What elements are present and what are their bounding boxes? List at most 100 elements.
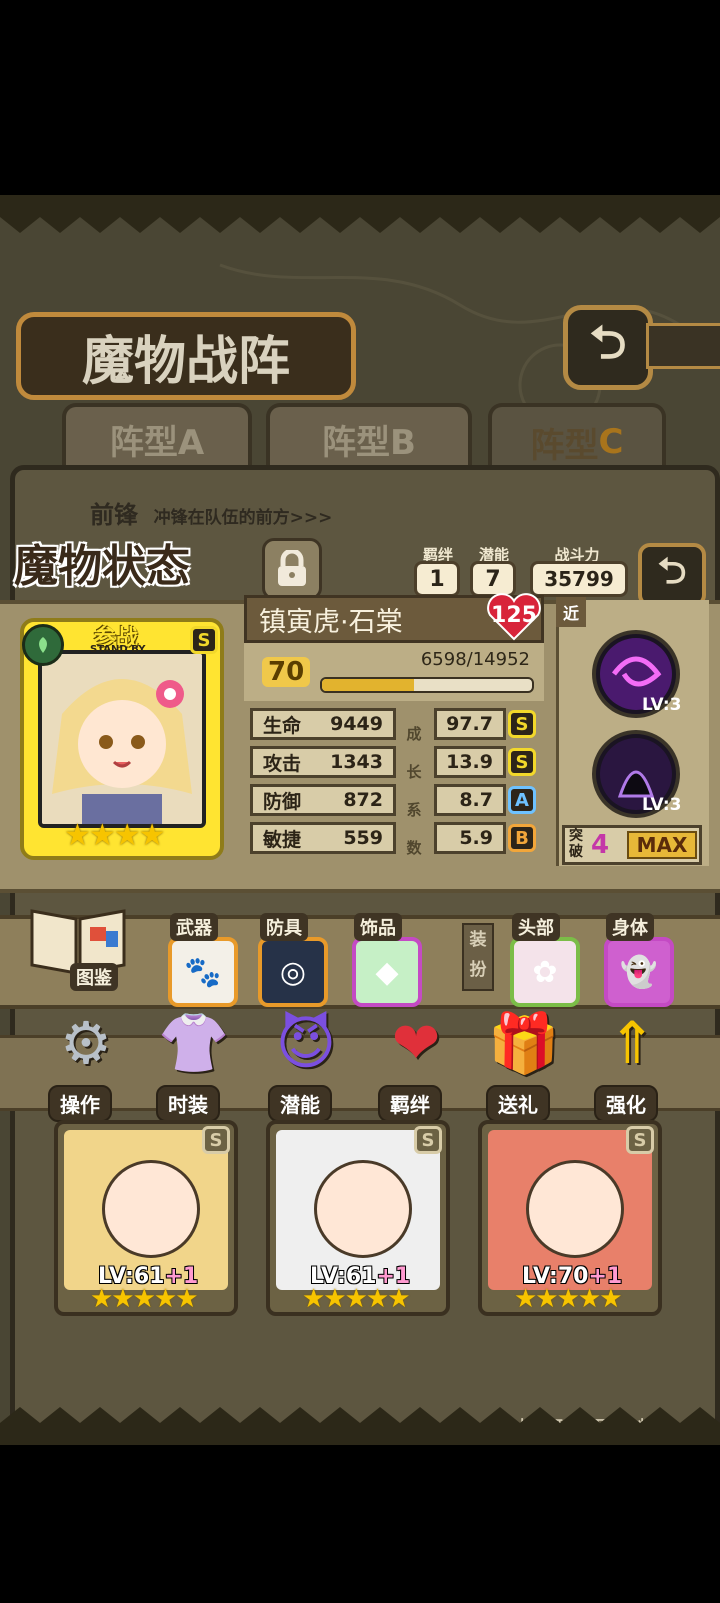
equip-slot-3[interactable]: ✿ 头部 <box>508 913 584 1007</box>
growth-value: 13.9 <box>434 746 506 778</box>
ring-icon: ◎ <box>258 937 328 1007</box>
tab-formation-b[interactable]: 阵型B <box>266 403 472 471</box>
rank-badge: S <box>414 1126 442 1154</box>
standby-en-label: STAND BY <box>90 644 146 655</box>
lock-icon <box>278 550 306 586</box>
team-star-rating: ★★★★★ <box>514 1284 623 1314</box>
gift-icon: 🎁 <box>487 1009 561 1077</box>
growth-number: 8.7 <box>459 789 493 811</box>
gear-icon: ⚙ <box>60 1009 112 1077</box>
stat-label: 攻击 <box>263 752 302 775</box>
equip-slot-label: 身体 <box>606 913 654 941</box>
stat-label: 生命 <box>263 714 302 737</box>
return-arrow-icon: ⮌ <box>589 314 627 369</box>
front-row-header: 前锋 冲锋在队伍的前方>>> <box>90 495 590 535</box>
status-back-button[interactable]: ⮌ <box>638 543 706 607</box>
menu-gift-button[interactable]: 🎁 送礼 <box>478 1005 570 1122</box>
menu-hearts-button[interactable]: ❤ 羁绊 <box>370 1005 462 1122</box>
row-name: 前锋 <box>90 501 138 529</box>
equip-slot-0[interactable]: 🐾 武器 <box>166 913 242 1007</box>
equip-slot-4[interactable]: 👻 身体 <box>602 913 678 1007</box>
monster-portrait-card[interactable]: 参战 STAND BY S ★★★★ <box>20 618 224 860</box>
leaf-element-icon <box>22 624 64 666</box>
stat-row: 生命 9449 <box>250 708 396 740</box>
growth-grade-badge: S <box>508 710 536 738</box>
menu-label: 操作 <box>48 1085 112 1122</box>
hearts-icon: ❤ <box>391 1009 441 1077</box>
stat-value: 9449 <box>330 713 383 735</box>
max-badge: MAX <box>627 831 697 859</box>
chibi-face <box>102 1160 200 1258</box>
menu-label: 潜能 <box>268 1085 332 1122</box>
level-value: 70 <box>262 657 311 687</box>
growth-grade-badge: A <box>508 786 536 814</box>
equip-slot-label: 饰品 <box>354 913 402 941</box>
breakthrough-box: 突破 4 MAX <box>562 825 702 865</box>
ghost-costume-icon: 👻 <box>604 937 674 1007</box>
stat-label: 敏捷 <box>263 828 302 851</box>
game-screen: 魔物战阵 ⮌ 阵型A 阵型B 阵型 C 前锋 冲锋在队伍的前方>>> 魔物状态 羁… <box>0 195 720 1445</box>
breakthrough-value: 4 <box>591 830 610 860</box>
tab-letter: C <box>598 422 624 462</box>
stat-row: 敏捷 559 <box>250 822 396 854</box>
chibi-face <box>314 1160 412 1258</box>
range-tag: 近 <box>556 597 586 627</box>
team-star-rating: ★★★★★ <box>90 1284 199 1314</box>
monster-name: 镇寅虎·石棠 <box>259 606 403 638</box>
chibi-face <box>526 1160 624 1258</box>
team-card[interactable]: S LV:61+1 ★★★★★ <box>266 1120 450 1316</box>
stat-value: 872 <box>343 789 383 811</box>
stat-value: 559 <box>343 827 383 849</box>
rank-badge: S <box>626 1126 654 1154</box>
tab-formation-a[interactable]: 阵型A <box>62 403 252 471</box>
page-title-banner: 魔物战阵 <box>16 312 356 400</box>
back-button[interactable]: ⮌ <box>563 305 653 390</box>
growth-number: 97.7 <box>446 713 493 735</box>
stat-row: 防御 872 <box>250 784 396 816</box>
rank-badge: S <box>202 1126 230 1154</box>
skill-2-level: LV:3 <box>642 795 682 815</box>
menu-outfit-button[interactable]: 👚 时装 <box>148 1005 240 1122</box>
row-desc: 冲锋在队伍的前方>>> <box>153 508 333 528</box>
dress-up-label: 装扮 <box>462 923 494 991</box>
top-zigzag-border <box>0 195 720 233</box>
equip-slot-label: 防具 <box>260 913 308 941</box>
affection-value: 125 <box>491 603 537 628</box>
power-value: 35799 <box>530 561 628 597</box>
potential-value: 7 <box>470 561 516 597</box>
bond-value: 1 <box>414 561 460 597</box>
affection-heart: 125 <box>484 593 544 643</box>
exp-value: 6598/14952 <box>420 649 530 670</box>
growth-value: 8.7 <box>434 784 506 816</box>
skill-1-level: LV:3 <box>642 695 682 715</box>
growth-vertical-label: 成 长 系 数 <box>406 725 422 857</box>
menu-demon-button[interactable]: 😈 潜能 <box>260 1005 352 1122</box>
menu-gear-button[interactable]: ⚙ 操作 <box>40 1005 132 1122</box>
growth-value: 97.7 <box>434 708 506 740</box>
codex-button[interactable]: 图鉴 <box>26 901 130 991</box>
equip-slot-2[interactable]: ◆ 饰品 <box>350 913 426 1007</box>
breakthrough-label: 突破 <box>569 828 583 860</box>
team-card[interactable]: S LV:70+1 ★★★★★ <box>478 1120 662 1316</box>
equip-slot-1[interactable]: ◎ 防具 <box>256 913 332 1007</box>
equip-slot-label: 武器 <box>170 913 218 941</box>
team-card[interactable]: S LV:61+1 ★★★★★ <box>54 1120 238 1316</box>
tab-label: 阵型A <box>109 422 205 463</box>
return-arrow-icon: ⮌ <box>657 550 687 592</box>
tab-label: 阵型B <box>322 422 416 463</box>
star-rating: ★★★★ <box>64 818 166 853</box>
growth-grade-badge: S <box>508 748 536 776</box>
lock-button[interactable] <box>262 538 322 600</box>
menu-up-arrows-button[interactable]: ⇑ 强化 <box>586 1005 678 1122</box>
bunny-hairclip-icon: ✿ <box>510 937 580 1007</box>
status-title: 魔物状态 <box>14 541 190 592</box>
growth-number: 13.9 <box>446 751 493 773</box>
tab-label: 阵型 <box>530 425 599 466</box>
outfit-icon: 👚 <box>157 1009 231 1077</box>
exp-bar <box>320 677 534 693</box>
monster-art <box>42 654 202 824</box>
page-title: 魔物战阵 <box>81 331 290 392</box>
growth-value: 5.9 <box>434 822 506 854</box>
rank-badge: S <box>190 626 218 654</box>
up-arrows-icon: ⇑ <box>607 1009 657 1077</box>
